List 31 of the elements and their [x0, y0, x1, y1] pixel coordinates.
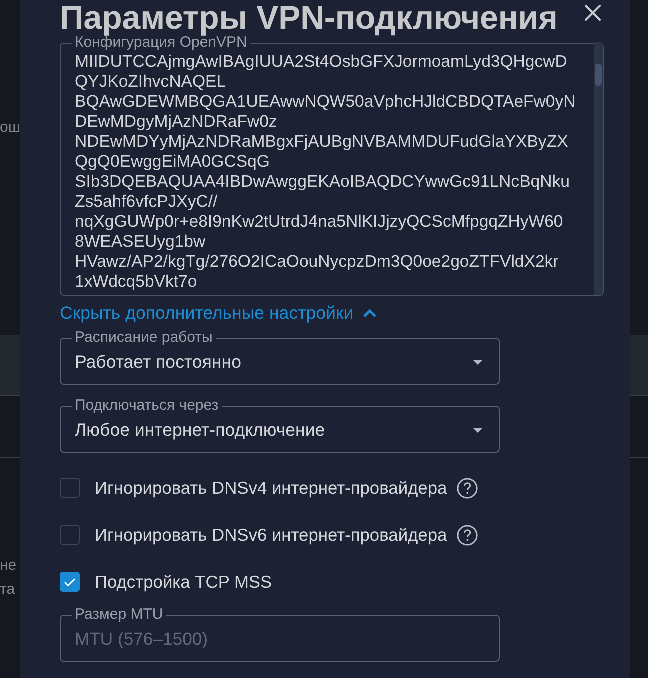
- checkbox-label: Игнорировать DNSv4 интернет-провайдера: [95, 478, 448, 498]
- scrollbar-thumb[interactable]: [595, 64, 602, 86]
- help-icon[interactable]: [457, 478, 478, 498]
- dropdown-select[interactable]: Подключаться через Любое интернет-подключение: [60, 399, 500, 453]
- caret-icon: [473, 360, 483, 364]
- checkbox[interactable]: [60, 525, 80, 545]
- dropdown-select[interactable]: Расписание работы Работает постоянно: [60, 331, 500, 385]
- config-text: MIIDUTCCAjmgAwIBAgIUUA2St4OsbGFXJormoamLyd3QHgcwD QYJKoZIhvcNAQEL BQAwGDEWMBQGA1UEAwwNQW50aVphcHJldCBDQTAeFw0yN DEwMDgyMjAzNDRaFw0z NDEwMDYyMjAzNDRaMBgxFjAUBgNVBAMMDUFudGlaYXByZX QgQ0EwggEiMA0GCSqG SIb3DQEBAQUAA4IBDwAwggEKAoIBAQDCYwwGc91LNcBqNku Zs5ahf6vfcPJXyC// nqXgGUWp0r+e8I9nKw2tUtrdJ4na5NlKIJjzyQCScMfpgqZHyW60 8WEASEUyg1bw HVawz/AP2/kgTg/276O2ICaOouNycpzDm3Q0oe2goZTFVldX2kr 1xWdcq5bVkt7o: [75, 51, 577, 293]
- checkbox[interactable]: [60, 572, 80, 592]
- background-text: не: [0, 556, 18, 576]
- close-button[interactable]: [582, 2, 604, 24]
- select-value: Работает постоянно: [75, 352, 242, 372]
- field-label: Размер MTU: [74, 608, 164, 622]
- field-label: Расписание работы: [74, 331, 214, 345]
- checkbox[interactable]: [60, 478, 80, 498]
- field-label: Конфигурация OpenVPN: [75, 36, 248, 50]
- close-icon: [585, 5, 601, 21]
- background-text: ош: [0, 118, 20, 138]
- mtu-input[interactable]: MTU (576–1500): [75, 622, 485, 656]
- scrollbar[interactable]: [594, 42, 603, 295]
- dialog-title: Параметры VPN-подключения: [60, 0, 558, 35]
- checkbox-label: Подстройка TCP MSS: [95, 572, 272, 592]
- select-value: Любое интернет-подключение: [75, 420, 326, 440]
- field-label: Подключаться через: [74, 399, 220, 413]
- hide-settings-link[interactable]: Скрыть дополнительные настройки: [60, 302, 377, 324]
- mtu-field[interactable]: Размер MTU MTU (576–1500): [60, 608, 500, 662]
- caret-icon: [473, 428, 483, 432]
- help-icon[interactable]: [457, 524, 478, 546]
- checkbox-label: Игнорировать DNSv6 интернет-провайдера: [95, 524, 448, 546]
- background-text: та: [0, 580, 16, 600]
- check-icon: [64, 578, 76, 586]
